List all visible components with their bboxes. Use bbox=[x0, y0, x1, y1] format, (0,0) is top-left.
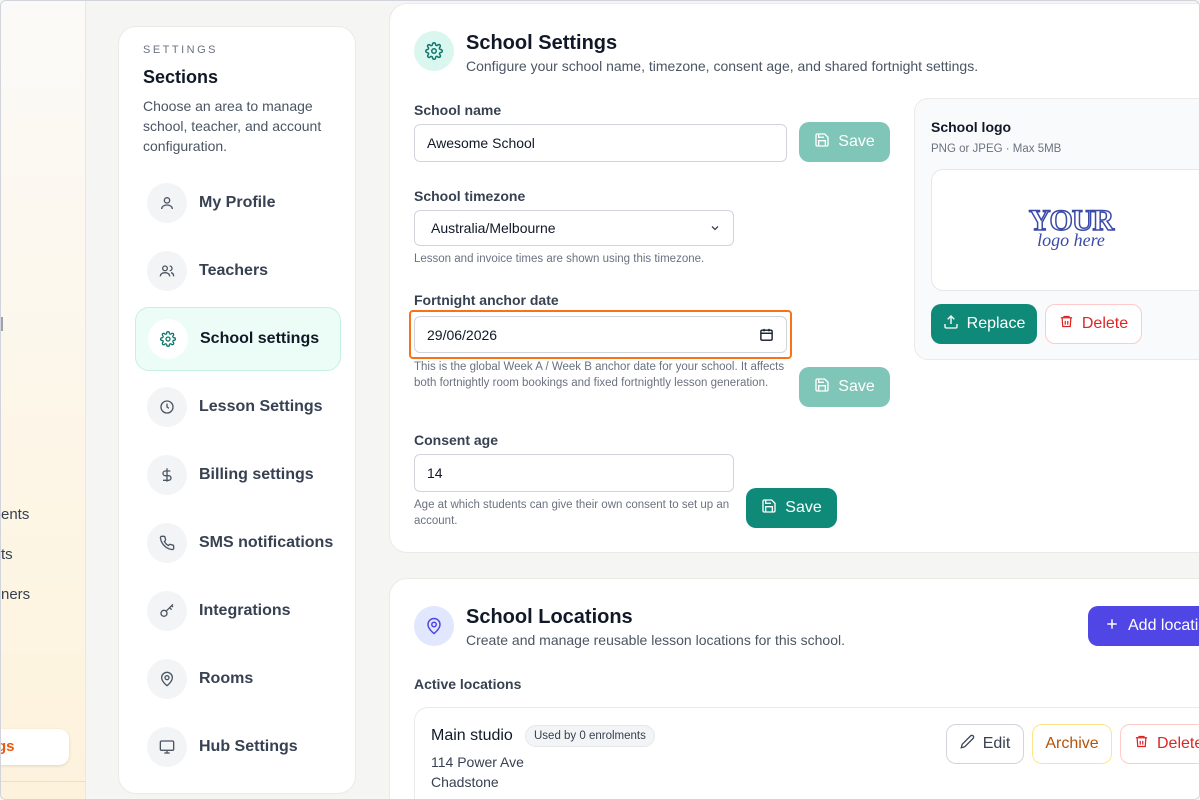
app-nav-item[interactable]: ts bbox=[1, 546, 13, 563]
archive-label: Archive bbox=[1045, 735, 1099, 752]
logo-preview: YOUR logo here bbox=[931, 169, 1199, 291]
logo-image: YOUR logo here bbox=[1016, 205, 1126, 249]
page-subtitle: Configure your school name, timezone, co… bbox=[466, 58, 979, 74]
monitor-icon bbox=[147, 727, 187, 767]
locations-subtitle: Create and manage reusable lesson locati… bbox=[466, 632, 845, 648]
app-window: s ents ts ners gs SETTINGS Sections Choo… bbox=[0, 0, 1200, 800]
replace-logo-button[interactable]: Replace bbox=[931, 304, 1037, 344]
add-location-label: Add location bbox=[1128, 617, 1199, 634]
sidebar-item-rooms[interactable]: Rooms bbox=[135, 647, 341, 711]
location-address-line: Chadstone bbox=[431, 774, 499, 790]
sidebar-item-label: Lesson Settings bbox=[199, 398, 323, 415]
sidebar-item-label: My Profile bbox=[199, 194, 276, 211]
sidebar-item-label: Integrations bbox=[199, 602, 291, 619]
sidebar-item-school-settings[interactable]: School settings bbox=[135, 307, 341, 371]
sidebar-item-label: Rooms bbox=[199, 670, 254, 687]
save-label: Save bbox=[838, 378, 875, 395]
replace-label: Replace bbox=[966, 315, 1026, 332]
logo-subtitle: PNG or JPEG · Max 5MB bbox=[931, 143, 1062, 155]
consent-age-input[interactable]: 14 bbox=[414, 454, 734, 492]
dollar-icon bbox=[147, 455, 187, 495]
sections-title: Sections bbox=[143, 67, 219, 87]
save-icon bbox=[814, 132, 830, 153]
anchor-date-label: Fortnight anchor date bbox=[414, 292, 559, 308]
anchor-date-value: 29/06/2026 bbox=[427, 326, 498, 343]
add-location-button[interactable]: Add location bbox=[1088, 606, 1199, 646]
app-nav-item[interactable]: ners bbox=[1, 586, 30, 603]
sections-description: Choose an area to manage school, teacher… bbox=[143, 98, 322, 154]
delete-location-button[interactable]: Delete bbox=[1120, 724, 1200, 764]
app-nav-item-active[interactable]: gs bbox=[1, 729, 69, 765]
save-icon bbox=[761, 498, 777, 519]
locations-title: School Locations bbox=[466, 606, 633, 628]
usage-badge: Used by 0 enrolments bbox=[525, 725, 655, 747]
upload-icon bbox=[943, 314, 959, 335]
sections-eyebrow: SETTINGS bbox=[143, 44, 219, 56]
edit-location-button[interactable]: Edit bbox=[946, 724, 1024, 764]
users-icon bbox=[147, 251, 187, 291]
gear-icon bbox=[414, 31, 454, 71]
key-icon bbox=[147, 591, 187, 631]
sidebar-item-lesson-settings[interactable]: Lesson Settings bbox=[135, 375, 341, 439]
anchor-date-input[interactable]: 29/06/2026 bbox=[414, 316, 787, 353]
delete-label: Delete bbox=[1081, 315, 1129, 332]
school-name-value: Awesome School bbox=[427, 135, 535, 151]
location-name: Main studio bbox=[431, 727, 513, 744]
trash-icon bbox=[1059, 314, 1074, 334]
divider bbox=[1, 781, 86, 782]
sidebar-item-label: School settings bbox=[200, 330, 320, 347]
chevron-down-icon bbox=[709, 222, 721, 234]
timezone-label: School timezone bbox=[414, 188, 526, 204]
anchor-date-hint: This is the global Week A / Week B ancho… bbox=[414, 361, 785, 389]
app-nav-item[interactable]: s bbox=[0, 49, 1, 66]
clock-icon bbox=[147, 387, 187, 427]
sections-panel: SETTINGS Sections Choose an area to mana… bbox=[118, 26, 356, 794]
consent-age-value: 14 bbox=[427, 465, 443, 481]
edit-label: Edit bbox=[982, 735, 1011, 752]
delete-logo-button[interactable]: Delete bbox=[1045, 304, 1142, 344]
save-label: Save bbox=[838, 133, 875, 150]
archive-location-button[interactable]: Archive bbox=[1032, 724, 1112, 764]
sidebar-item-my-profile[interactable]: My Profile bbox=[135, 171, 341, 235]
trash-icon bbox=[1134, 734, 1149, 754]
consent-age-hint: Age at which students can give their own… bbox=[414, 499, 730, 527]
sidebar-item-label: Billing settings bbox=[199, 466, 314, 483]
sidebar-item-integrations[interactable]: Integrations bbox=[135, 579, 341, 643]
timezone-value: Australia/Melbourne bbox=[431, 220, 556, 236]
sidebar-item-label: SMS notifications bbox=[199, 534, 334, 551]
timezone-select[interactable]: Australia/Melbourne bbox=[414, 210, 734, 246]
timezone-hint: Lesson and invoice times are shown using… bbox=[414, 253, 705, 265]
logo-title: School logo bbox=[931, 119, 1012, 135]
page-title: School Settings bbox=[466, 32, 618, 54]
save-school-name-button[interactable]: Save bbox=[799, 122, 890, 162]
save-label: Save bbox=[785, 499, 822, 516]
active-locations-label: Active locations bbox=[414, 676, 522, 692]
location-address-line: 114 Power Ave bbox=[431, 754, 524, 770]
plus-icon bbox=[1104, 616, 1120, 637]
sidebar-item-billing-settings[interactable]: Billing settings bbox=[135, 443, 341, 507]
sidebar-item-label: Hub Settings bbox=[199, 738, 298, 755]
user-icon bbox=[147, 183, 187, 223]
app-sidebar: s ents ts ners gs bbox=[0, 1, 86, 799]
save-icon bbox=[814, 377, 830, 398]
save-consent-age-button[interactable]: Save bbox=[746, 488, 837, 528]
sidebar-item-label: Teachers bbox=[199, 262, 269, 279]
school-name-input[interactable]: Awesome School bbox=[414, 124, 787, 162]
calendar-icon[interactable] bbox=[759, 327, 774, 342]
map-pin-icon bbox=[147, 659, 187, 699]
sidebar-item-sms-notifications[interactable]: SMS notifications bbox=[135, 511, 341, 575]
sidebar-item-teachers[interactable]: Teachers bbox=[135, 239, 341, 303]
map-pin-icon bbox=[414, 606, 454, 646]
school-name-label: School name bbox=[414, 102, 502, 118]
delete-label: Delete bbox=[1157, 735, 1200, 752]
consent-age-label: Consent age bbox=[414, 432, 499, 448]
sidebar-item-hub-settings[interactable]: Hub Settings bbox=[135, 715, 341, 779]
scroll-marker bbox=[1, 317, 3, 331]
phone-icon bbox=[147, 523, 187, 563]
pencil-icon bbox=[960, 734, 975, 754]
app-nav-item[interactable]: ents bbox=[1, 506, 29, 523]
save-anchor-date-button[interactable]: Save bbox=[799, 367, 890, 407]
gear-icon bbox=[148, 319, 188, 359]
